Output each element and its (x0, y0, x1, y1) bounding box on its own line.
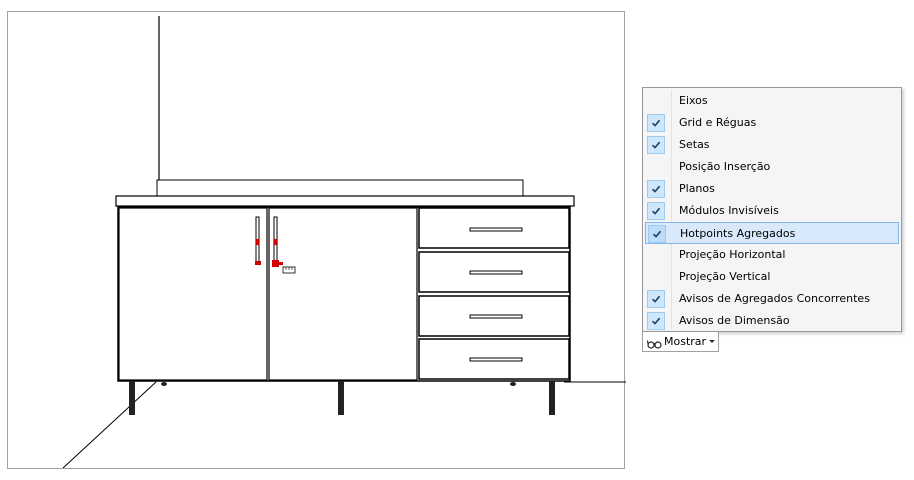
left-door (118, 207, 268, 381)
drawer-handle (469, 270, 523, 275)
menu-item[interactable]: Projeção Horizontal (645, 244, 899, 266)
cabinet-leg (129, 381, 135, 415)
checkmark-icon (647, 180, 665, 198)
mostrar-dropdown-button[interactable]: Mostrar (642, 332, 719, 352)
backsplash (156, 179, 524, 197)
menu-item[interactable]: Grid e Réguas (645, 112, 899, 134)
cabinet-leg (338, 381, 344, 415)
menu-item-label: Hotpoints Agregados (680, 227, 796, 240)
checkmark-icon (647, 114, 665, 132)
ruler-cursor-icon (282, 266, 296, 274)
mostrar-label: Mostrar (664, 335, 707, 348)
menu-item[interactable]: Avisos de Agregados Concorrentes (645, 288, 899, 310)
menu-item-label: Eixos (679, 94, 708, 107)
cabinet-leg (549, 381, 555, 415)
drawer-handle (469, 314, 523, 319)
menu-item-label: Setas (679, 138, 710, 151)
menu-item-label: Projeção Vertical (679, 270, 771, 283)
menu-item-label: Posição Inserção (679, 160, 771, 173)
menu-item-label: Módulos Invisíveis (679, 204, 779, 217)
hotpoint-marker[interactable] (255, 261, 261, 265)
chevron-down-icon (709, 340, 715, 343)
menu-item-label: Projeção Horizontal (679, 248, 786, 261)
checkmark-icon (648, 225, 666, 243)
floor-diagonal-line (62, 381, 157, 469)
menu-item[interactable]: Posição Inserção (645, 156, 899, 178)
display-options-menu: Eixos Grid e Réguas Setas Posição Inserção P… (642, 87, 902, 332)
menu-item-label: Grid e Réguas (679, 116, 757, 129)
countertop (115, 195, 575, 207)
menu-item[interactable]: Eixos (645, 90, 899, 112)
checkmark-icon (647, 202, 665, 220)
menu-item-label: Planos (679, 182, 715, 195)
menu-item[interactable]: Projeção Vertical (645, 266, 899, 288)
menu-item[interactable]: Setas (645, 134, 899, 156)
hotpoint-marker[interactable] (278, 262, 283, 265)
hotpoint-marker[interactable] (256, 239, 259, 245)
menu-item[interactable]: Módulos Invisíveis (645, 200, 899, 222)
menu-item-label: Avisos de Agregados Concorrentes (679, 292, 870, 305)
3d-viewport[interactable] (7, 11, 626, 469)
checkmark-icon (647, 136, 665, 154)
menu-item[interactable]: Planos (645, 178, 899, 200)
cabinet-foot (161, 382, 167, 386)
drawer-handle (469, 357, 523, 362)
checkmark-icon (647, 290, 665, 308)
glasses-icon (647, 336, 662, 355)
right-door (268, 207, 418, 381)
hotpoint-marker[interactable] (274, 239, 277, 245)
cabinet-foot (510, 382, 516, 386)
menu-item[interactable]: Avisos de Dimensão (645, 310, 899, 332)
checkmark-icon (647, 312, 665, 330)
menu-item[interactable]: Hotpoints Agregados (645, 222, 899, 244)
hotpoint-marker[interactable] (272, 260, 279, 267)
cabinet-drawing (62, 16, 626, 469)
menu-item-label: Avisos de Dimensão (679, 314, 790, 327)
drawer-handle (469, 227, 523, 232)
